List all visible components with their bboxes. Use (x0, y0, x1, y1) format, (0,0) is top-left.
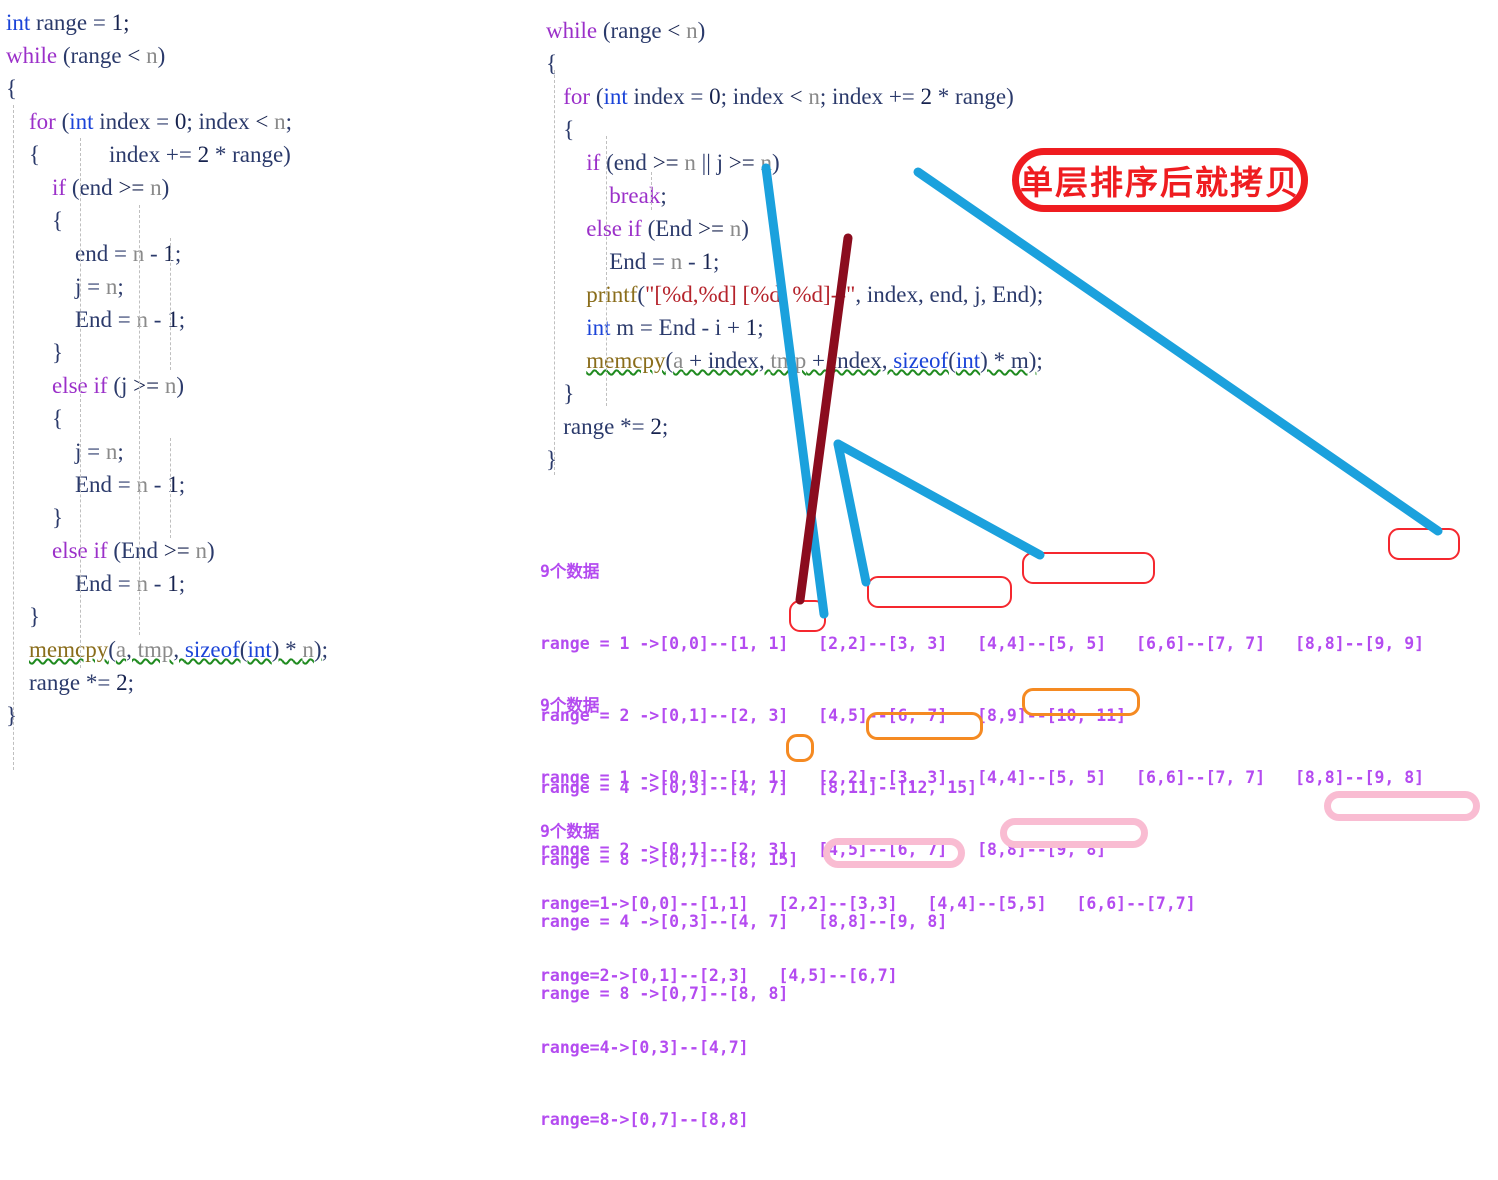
connector-darkred (795, 233, 853, 605)
output-row: range=4->[0,3]--[4,7] (540, 1038, 749, 1057)
connector-blue-steep (761, 163, 829, 619)
connector-blue-long (913, 167, 1443, 536)
output-row: range=2->[0,1]--[2,3] [4,5]--[6,7] (540, 966, 898, 985)
connector-blue-elbow-left (833, 439, 871, 587)
annotation-connectors (761, 163, 1443, 619)
output-row: range=1->[0,0]--[1,1] [2,2]--[3,3] [4,4]… (540, 894, 1196, 913)
screenshot-canvas: int range = 1; while (range < n){ for (in… (0, 0, 1498, 1129)
connector-blue-elbow-right (833, 439, 1045, 560)
output-row: range=8->[0,7]--[8,8] (540, 1110, 749, 1129)
